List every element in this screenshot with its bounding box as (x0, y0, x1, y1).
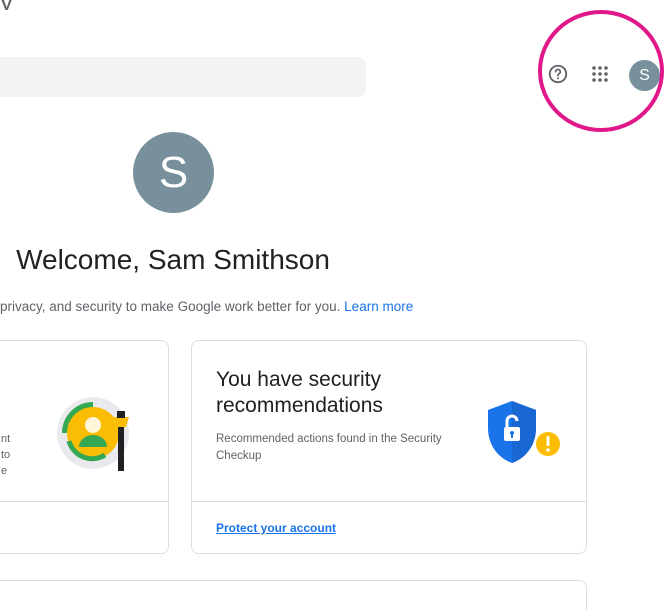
learn-more-link[interactable]: Learn more (344, 299, 413, 314)
welcome-subtitle: privacy, and security to make Google wor… (0, 299, 413, 314)
card-text-fragment: nt to e (1, 431, 10, 479)
next-card-edge (0, 580, 587, 610)
security-card[interactable]: You have security recommendations Recomm… (191, 340, 587, 554)
security-shield-icon (484, 399, 570, 465)
help-icon[interactable] (546, 62, 570, 86)
card-divider (0, 501, 168, 502)
apps-grid-icon[interactable] (588, 62, 612, 86)
subtitle-text: privacy, and security to make Google wor… (0, 299, 341, 314)
account-avatar-button[interactable]: S (629, 60, 660, 91)
protect-account-link[interactable]: Protect your account (216, 521, 336, 535)
card-divider (192, 501, 586, 502)
top-text-fragment: y (0, 0, 60, 10)
card-text-line: to (1, 449, 11, 461)
search-bar[interactable] (0, 57, 366, 97)
welcome-heading: Welcome, Sam Smithson (16, 244, 330, 275)
card-text-line: e (1, 465, 8, 477)
personal-info-card[interactable]: nt to e (0, 340, 169, 554)
security-card-title: You have security recommendations (216, 368, 383, 417)
security-card-description: Recommended actions found in the Securit… (216, 433, 442, 462)
card-text-line: nt (1, 433, 11, 445)
personal-info-illustration-icon (55, 381, 145, 481)
profile-avatar[interactable]: S (133, 132, 214, 213)
